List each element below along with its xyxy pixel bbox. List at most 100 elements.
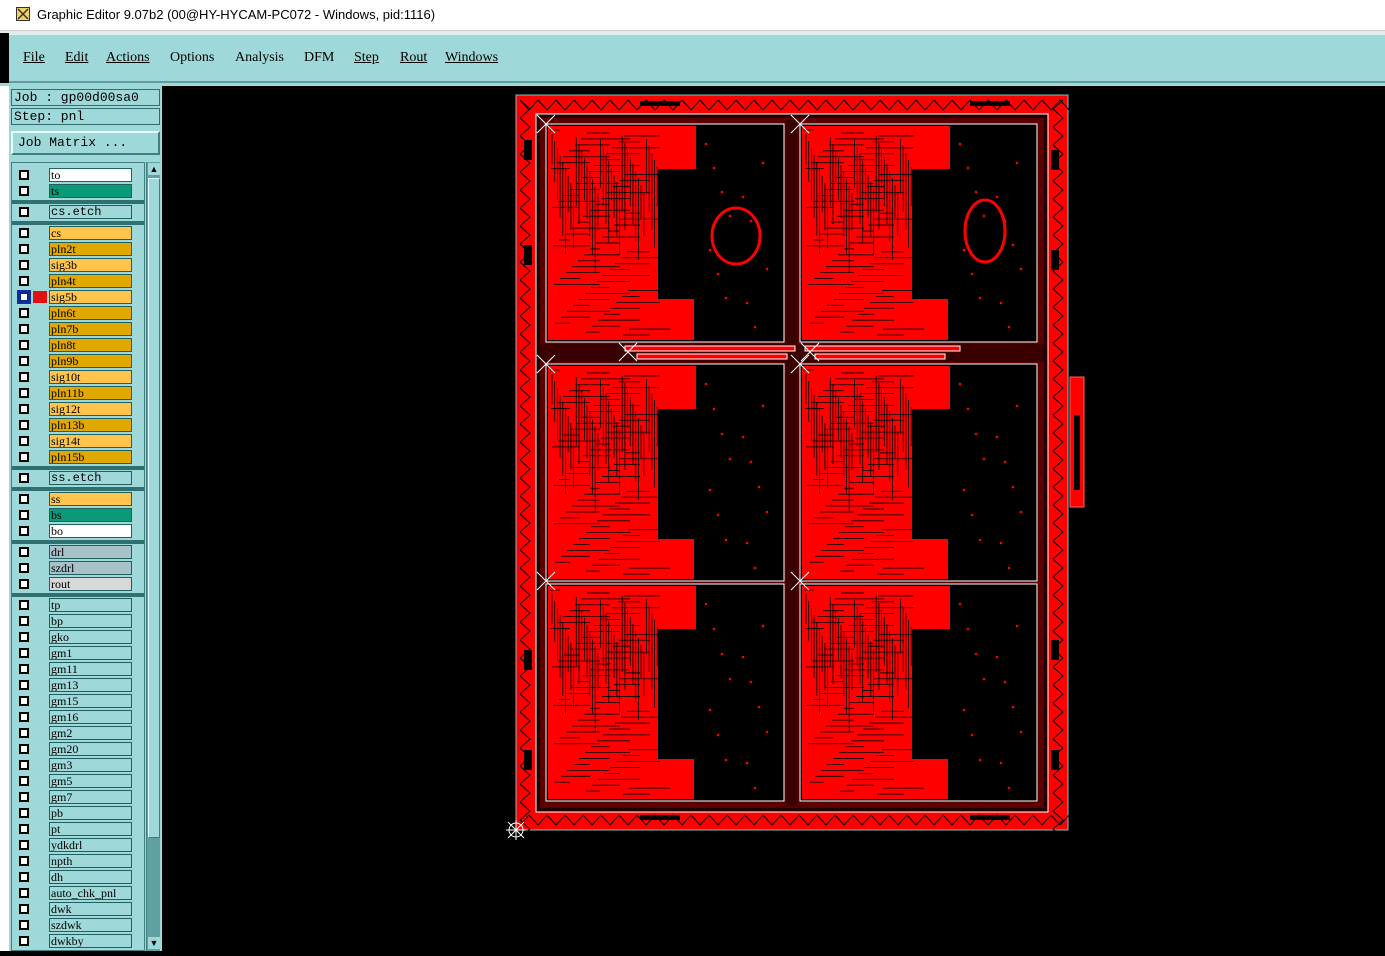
- layer-checkbox[interactable]: [19, 207, 29, 217]
- layer-name[interactable]: szdrl: [49, 561, 132, 575]
- layer-name[interactable]: pln4t: [49, 274, 132, 288]
- layer-checkbox[interactable]: [19, 920, 29, 930]
- layer-row-tp[interactable]: tp: [12, 597, 144, 613]
- layer-name[interactable]: auto_chk_pnl: [49, 886, 132, 900]
- layer-row-szdwk[interactable]: szdwk: [12, 917, 144, 933]
- layer-name[interactable]: to: [49, 168, 132, 182]
- layer-row-ss-etch[interactable]: ss.etch: [12, 470, 144, 486]
- layer-checkbox[interactable]: [19, 579, 29, 589]
- layer-checkbox[interactable]: [19, 170, 29, 180]
- layer-checkbox[interactable]: [19, 792, 29, 802]
- menu-options[interactable]: Options: [170, 50, 214, 66]
- layer-row-sig14t[interactable]: sig14t: [12, 433, 144, 449]
- layer-row-gm2[interactable]: gm2: [12, 725, 144, 741]
- layer-row-drl[interactable]: drl: [12, 544, 144, 560]
- layer-name[interactable]: gm7: [49, 790, 132, 804]
- menu-windows[interactable]: Windows: [445, 50, 498, 66]
- layer-checkbox[interactable]: [19, 712, 29, 722]
- layer-row-pln8t[interactable]: pln8t: [12, 337, 144, 353]
- layer-name[interactable]: dwk: [49, 902, 132, 916]
- layer-checkbox[interactable]: [19, 388, 29, 398]
- job-matrix-button[interactable]: Job Matrix ...: [11, 131, 160, 155]
- layer-checkbox[interactable]: [19, 563, 29, 573]
- layer-checkbox[interactable]: [19, 728, 29, 738]
- layer-checkbox[interactable]: [19, 632, 29, 642]
- layer-name[interactable]: pln2t: [49, 242, 132, 256]
- layer-list-scrollbar[interactable]: ▲ ▼: [146, 162, 160, 951]
- layer-checkbox[interactable]: [19, 776, 29, 786]
- scroll-up-icon[interactable]: ▲: [148, 163, 160, 175]
- layer-checkbox[interactable]: [19, 340, 29, 350]
- layer-row-gko[interactable]: gko: [12, 629, 144, 645]
- layer-checkbox[interactable]: [19, 664, 29, 674]
- layer-checkbox[interactable]: [19, 356, 29, 366]
- scroll-thumb[interactable]: [148, 178, 160, 838]
- layer-name[interactable]: dh: [49, 870, 132, 884]
- layer-row-gm5[interactable]: gm5: [12, 773, 144, 789]
- layer-name[interactable]: gm20: [49, 742, 132, 756]
- layer-row-ss[interactable]: ss: [12, 491, 144, 507]
- layer-row-bo[interactable]: bo: [12, 523, 144, 539]
- layer-name[interactable]: pln15b: [49, 450, 132, 464]
- layer-name[interactable]: sig14t: [49, 434, 132, 448]
- layer-name[interactable]: pln7b: [49, 322, 132, 336]
- layer-name[interactable]: cs.etch: [49, 205, 132, 219]
- layer-checkbox[interactable]: [19, 680, 29, 690]
- layer-name[interactable]: drl: [49, 545, 132, 559]
- layer-checkbox[interactable]: [19, 600, 29, 610]
- layer-name[interactable]: gm3: [49, 758, 132, 772]
- layer-checkbox[interactable]: [19, 547, 29, 557]
- menu-edit[interactable]: Edit: [65, 50, 88, 66]
- layer-checkbox[interactable]: [19, 936, 29, 946]
- layer-name[interactable]: pt: [49, 822, 132, 836]
- layer-row-szdrl[interactable]: szdrl: [12, 560, 144, 576]
- layer-name[interactable]: gm11: [49, 662, 132, 676]
- layer-checkbox[interactable]: [19, 324, 29, 334]
- layer-checkbox[interactable]: [19, 308, 29, 318]
- layer-row-cs[interactable]: cs: [12, 225, 144, 241]
- layer-checkbox[interactable]: [19, 904, 29, 914]
- layer-name[interactable]: gm13: [49, 678, 132, 692]
- layer-name[interactable]: szdwk: [49, 918, 132, 932]
- layer-name[interactable]: tp: [49, 598, 132, 612]
- layer-name[interactable]: pb: [49, 806, 132, 820]
- layer-name[interactable]: sig12t: [49, 402, 132, 416]
- layer-checkbox[interactable]: [19, 888, 29, 898]
- layer-row-pln15b[interactable]: pln15b: [12, 449, 144, 465]
- layer-checkbox[interactable]: [19, 228, 29, 238]
- layer-checkbox[interactable]: [19, 648, 29, 658]
- layer-checkbox[interactable]: [19, 808, 29, 818]
- layer-row-gm20[interactable]: gm20: [12, 741, 144, 757]
- layer-checkbox[interactable]: [17, 290, 31, 304]
- layer-checkbox[interactable]: [19, 436, 29, 446]
- layer-checkbox[interactable]: [19, 526, 29, 536]
- layer-row-to[interactable]: to: [12, 167, 144, 183]
- layer-row-pb[interactable]: pb: [12, 805, 144, 821]
- menu-dfm[interactable]: DFM: [304, 50, 334, 66]
- layer-checkbox[interactable]: [19, 856, 29, 866]
- layer-name[interactable]: pln9b: [49, 354, 132, 368]
- layer-checkbox[interactable]: [19, 872, 29, 882]
- layer-checkbox[interactable]: [19, 276, 29, 286]
- layer-checkbox[interactable]: [19, 260, 29, 270]
- layer-checkbox[interactable]: [19, 760, 29, 770]
- layer-row-npth[interactable]: npth: [12, 853, 144, 869]
- layer-name[interactable]: bs: [49, 508, 132, 522]
- layer-row-bp[interactable]: bp: [12, 613, 144, 629]
- layer-row-cs-etch[interactable]: cs.etch: [12, 204, 144, 220]
- layer-name[interactable]: npth: [49, 854, 132, 868]
- graphic-canvas[interactable]: [162, 86, 1385, 951]
- layer-checkbox[interactable]: [19, 840, 29, 850]
- layer-row-pt[interactable]: pt: [12, 821, 144, 837]
- layer-row-rout[interactable]: rout: [12, 576, 144, 592]
- layer-checkbox[interactable]: [19, 420, 29, 430]
- layer-row-gm1[interactable]: gm1: [12, 645, 144, 661]
- layer-name[interactable]: gm2: [49, 726, 132, 740]
- menu-analysis[interactable]: Analysis: [235, 50, 284, 66]
- layer-checkbox[interactable]: [19, 452, 29, 462]
- layer-checkbox[interactable]: [19, 696, 29, 706]
- layer-name[interactable]: gm16: [49, 710, 132, 724]
- layer-row-pln4t[interactable]: pln4t: [12, 273, 144, 289]
- layer-name[interactable]: ss.etch: [49, 471, 132, 485]
- layer-name[interactable]: dwkby: [49, 934, 132, 948]
